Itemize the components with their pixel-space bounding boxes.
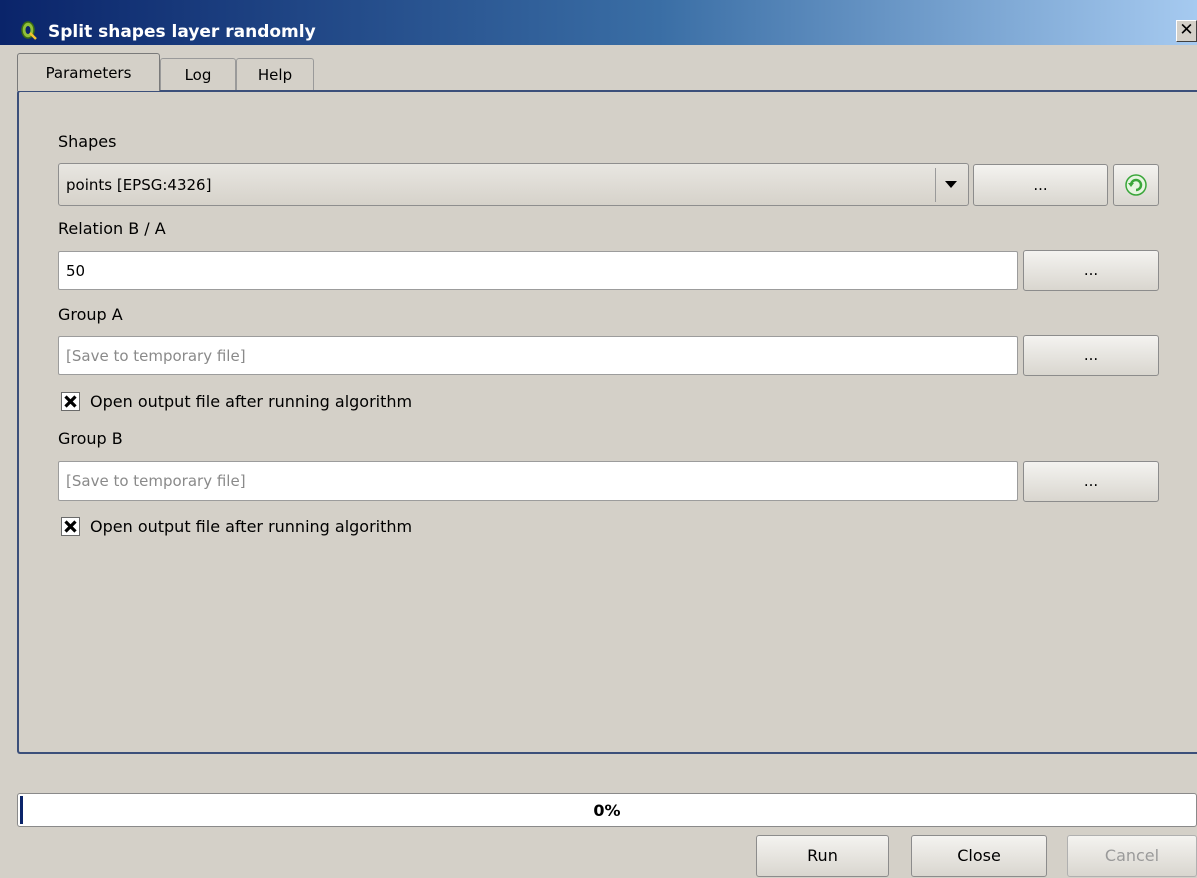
relation-browse-button[interactable]: ...	[1023, 250, 1159, 291]
group-a-output-input[interactable]	[66, 347, 996, 365]
shapes-label: Shapes	[58, 132, 117, 151]
close-window-button[interactable]: ✕	[1176, 20, 1197, 42]
cancel-button[interactable]: Cancel	[1067, 835, 1197, 877]
refresh-icon	[1125, 174, 1147, 196]
group-a-label: Group A	[58, 305, 123, 324]
relation-input[interactable]	[66, 262, 996, 280]
group-b-open-output-checkbox[interactable]	[61, 517, 80, 536]
combo-separator	[935, 168, 936, 202]
chevron-down-icon[interactable]	[945, 181, 957, 188]
group-b-browse-label: ...	[1083, 472, 1099, 490]
checkmark-x-icon	[64, 395, 77, 408]
group-a-browse-button[interactable]: ...	[1023, 335, 1159, 376]
qgis-logo-icon	[21, 21, 37, 40]
tab-bar: Parameters Log Help	[0, 45, 1197, 91]
run-button-label: Run	[807, 846, 838, 865]
shapes-browse-label: ...	[1033, 176, 1048, 194]
relation-browse-label: ...	[1083, 261, 1099, 279]
tab-help-label: Help	[257, 66, 293, 84]
tab-log[interactable]: Log	[160, 58, 236, 90]
cancel-button-label: Cancel	[1104, 846, 1160, 865]
group-a-open-output-label[interactable]: Open output file after running algorithm	[90, 392, 412, 411]
group-a-field[interactable]	[58, 336, 1018, 375]
group-a-open-output-checkbox[interactable]	[61, 392, 80, 411]
progress-bar: 0%	[17, 793, 1197, 827]
tab-log-label: Log	[184, 66, 212, 84]
relation-field[interactable]	[58, 251, 1018, 290]
progress-label: 0%	[593, 801, 621, 820]
close-icon: ✕	[1179, 20, 1194, 40]
relation-label: Relation B / A	[58, 219, 166, 238]
shapes-browse-button[interactable]: ...	[973, 164, 1108, 206]
close-button[interactable]: Close	[911, 835, 1047, 877]
title-bar: Split shapes layer randomly ✕	[0, 0, 1197, 45]
group-a-browse-label: ...	[1083, 346, 1099, 364]
group-b-browse-button[interactable]: ...	[1023, 461, 1159, 502]
refresh-layers-button[interactable]	[1113, 164, 1159, 206]
group-b-open-output-label[interactable]: Open output file after running algorithm	[90, 517, 412, 536]
close-button-label: Close	[957, 846, 1001, 865]
shapes-selected-value: points [EPSG:4326]	[66, 176, 212, 194]
window-title: Split shapes layer randomly	[48, 22, 316, 42]
group-b-output-input[interactable]	[66, 472, 996, 490]
tab-parameters[interactable]: Parameters	[17, 53, 160, 91]
group-b-field[interactable]	[58, 461, 1018, 501]
tab-help[interactable]: Help	[236, 58, 314, 90]
run-button[interactable]: Run	[756, 835, 889, 877]
checkmark-x-icon	[64, 520, 77, 533]
group-b-label: Group B	[58, 429, 123, 448]
tab-parameters-label: Parameters	[45, 64, 132, 82]
shapes-combobox[interactable]: points [EPSG:4326]	[58, 163, 969, 206]
